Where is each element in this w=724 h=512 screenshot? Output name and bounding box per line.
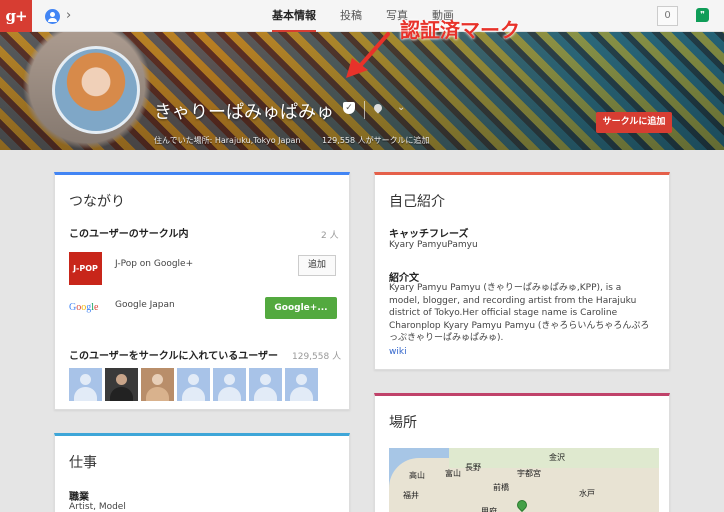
in-circles-count: 2 人: [321, 231, 339, 241]
map-label: 金沢: [549, 453, 565, 462]
connections-title: つながり: [69, 194, 125, 210]
intro-title: 自己紹介: [389, 194, 445, 210]
intro-text: Kyary Pamyu Pamyu (きゃりーぱみゅぱみゅ,KPP), is a…: [389, 283, 650, 343]
in-circles-label: このユーザーのサークル内: [69, 229, 189, 240]
places-title: 場所: [389, 415, 417, 431]
chevron-right-icon[interactable]: ›: [66, 8, 71, 23]
connection-name[interactable]: Google Japan: [115, 300, 175, 310]
intro-card: 自己紹介 キャッチフレーズ Kyary PamyuPamyu 紹介文 Kyary…: [374, 172, 670, 370]
avatar[interactable]: [105, 368, 138, 401]
avatar[interactable]: [213, 368, 246, 401]
lived-places: 住んでいた場所: Harajuku,Tokyo Japan: [154, 136, 301, 145]
map-label: 甲府: [481, 507, 497, 512]
follow-google-plus-button[interactable]: Google+...: [265, 297, 337, 319]
circled-by-count: 129,558 人がサークルに追加: [322, 136, 430, 145]
map-label: 高山: [409, 471, 425, 480]
wiki-link[interactable]: wiki: [389, 347, 407, 357]
map-label: 長野: [465, 463, 481, 472]
avatar[interactable]: [177, 368, 210, 401]
map[interactable]: 富山 長野 宇都宮 水戸 福井 前橋 甲府 高山 金沢: [389, 448, 659, 512]
tab-posts[interactable]: 投稿: [340, 0, 362, 32]
annotation-arrow-icon: [346, 32, 390, 78]
add-to-circles-button[interactable]: サークルに追加: [596, 112, 672, 133]
google-plus-logo[interactable]: g+: [0, 0, 32, 32]
connection-name[interactable]: J-Pop on Google+: [115, 259, 193, 269]
work-title: 仕事: [69, 455, 97, 471]
chevron-down-icon[interactable]: ⌄: [397, 102, 405, 113]
avatar[interactable]: [249, 368, 282, 401]
profile-name: きゃりーぱみゅぱみゅ: [154, 102, 334, 123]
hangouts-icon[interactable]: ❞: [696, 8, 709, 22]
jpop-avatar[interactable]: J-POP: [69, 252, 102, 285]
map-label: 富山: [445, 469, 461, 478]
map-label: 水戸: [579, 489, 595, 498]
places-card: 場所 富山 長野 宇都宮 水戸 福井 前橋 甲府 高山 金沢: [374, 393, 670, 512]
avatar[interactable]: [69, 368, 102, 401]
tagline-label: キャッチフレーズ: [389, 229, 469, 240]
profile-photo[interactable]: [52, 46, 140, 134]
map-label: 前橋: [493, 483, 509, 492]
profile-icon[interactable]: [45, 9, 60, 24]
work-card: 仕事 職業 Artist, Model: [54, 433, 350, 512]
tagline: Kyary PamyuPamyu: [389, 240, 478, 250]
avatar[interactable]: [285, 368, 318, 401]
add-button[interactable]: 追加: [298, 255, 336, 276]
notification-count[interactable]: 0: [657, 6, 678, 26]
tab-about[interactable]: 基本情報: [272, 0, 316, 32]
top-bar: g+ › 基本情報 投稿 写真 動画 0 ❞: [0, 0, 724, 32]
occupation: Artist, Model: [69, 502, 126, 512]
divider: [364, 101, 365, 119]
have-in-circles-count: 129,558 人: [292, 352, 342, 362]
verified-mark-annotation: 認証済マーク: [400, 18, 520, 42]
google-logo[interactable]: Google: [69, 302, 103, 316]
avatar[interactable]: [141, 368, 174, 401]
map-label: 宇都宮: [517, 469, 541, 478]
map-label: 福井: [403, 491, 419, 500]
verified-badge-icon: ✓: [343, 102, 355, 114]
occupation-label: 職業: [69, 492, 89, 503]
have-in-circles-label: このユーザーをサークルに入れているユーザー: [69, 351, 278, 362]
connections-card: つながり このユーザーのサークル内 2 人 J-POP J-Pop on Goo…: [54, 172, 350, 410]
